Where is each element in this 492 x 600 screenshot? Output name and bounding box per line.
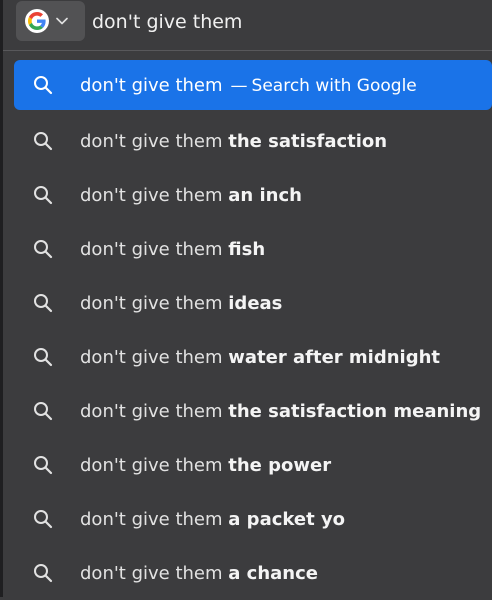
suggestion-completion: an inch xyxy=(228,184,302,206)
search-icon xyxy=(33,455,53,475)
suggestion-prefix: don't give them xyxy=(80,292,223,314)
suggestion-row[interactable]: don't give them a packet yo xyxy=(3,492,492,546)
suggestion-completion: ideas xyxy=(228,292,283,314)
suggestion-completion: a chance xyxy=(228,562,319,584)
suggestion-completion: the power xyxy=(228,454,332,476)
suggestion-row[interactable]: don't give them a chance xyxy=(3,546,492,600)
suggestion-text: don't give them — Search with Google xyxy=(80,75,417,96)
suggestion-text: don't give them the satisfaction meaning xyxy=(80,401,481,422)
suggestion-text: don't give them ideas xyxy=(80,293,282,314)
search-icon xyxy=(33,75,53,95)
chevron-down-icon xyxy=(56,17,68,25)
suggestion-completion: the satisfaction xyxy=(228,130,388,152)
suggestion-text: don't give them fish xyxy=(80,239,265,260)
suggestion-text: don't give them a packet yo xyxy=(80,509,345,530)
suggestion-row[interactable]: don't give them the power xyxy=(3,438,492,492)
suggestion-text: don't give them water after midnight xyxy=(80,347,440,368)
suggestion-row[interactable]: don't give them fish xyxy=(3,222,492,276)
suggestion-prefix: don't give them xyxy=(80,346,223,368)
search-icon xyxy=(33,509,53,529)
search-action-label: Search with Google xyxy=(251,75,417,96)
suggestion-row[interactable]: don't give them the satisfaction meaning xyxy=(3,384,492,438)
suggestion-prefix: don't give them xyxy=(80,454,223,476)
search-input[interactable] xyxy=(92,4,472,40)
suggestion-completion: fish xyxy=(228,238,266,260)
suggestion-text: don't give them an inch xyxy=(80,185,302,206)
suggestions-dropdown: don't give them — Search with Google don't… xyxy=(3,60,492,600)
suggestion-row[interactable]: don't give them water after midnight xyxy=(3,330,492,384)
suggestion-prefix: don't give them xyxy=(80,400,223,422)
suggestion-text: don't give them the satisfaction xyxy=(80,131,387,152)
search-icon xyxy=(33,293,53,313)
address-bar xyxy=(3,0,492,51)
suggestion-prefix: don't give them xyxy=(80,184,223,206)
suggestion-completion: water after midnight xyxy=(228,346,441,368)
suggestion-prefix: don't give them xyxy=(80,238,223,260)
separator: — xyxy=(230,75,248,96)
suggestion-row[interactable]: don't give them the satisfaction xyxy=(3,114,492,168)
google-icon xyxy=(25,9,49,33)
search-with-google-row[interactable]: don't give them — Search with Google xyxy=(14,60,492,110)
suggestion-completion: a packet yo xyxy=(228,508,346,530)
search-icon xyxy=(33,185,53,205)
search-icon xyxy=(33,239,53,259)
suggestion-prefix: don't give them xyxy=(80,508,223,530)
suggestion-row[interactable]: don't give them an inch xyxy=(3,168,492,222)
suggestion-text: don't give them a chance xyxy=(80,563,318,584)
query-text: don't give them xyxy=(80,74,223,96)
search-icon xyxy=(33,563,53,583)
search-engine-selector-button[interactable] xyxy=(16,1,85,41)
search-icon xyxy=(33,131,53,151)
suggestion-text: don't give them the power xyxy=(80,455,331,476)
suggestion-prefix: don't give them xyxy=(80,562,223,584)
search-icon xyxy=(33,347,53,367)
suggestion-completion: the satisfaction meaning xyxy=(228,400,482,422)
search-icon xyxy=(33,401,53,421)
suggestion-prefix: don't give them xyxy=(80,130,223,152)
suggestion-row[interactable]: don't give them ideas xyxy=(3,276,492,330)
